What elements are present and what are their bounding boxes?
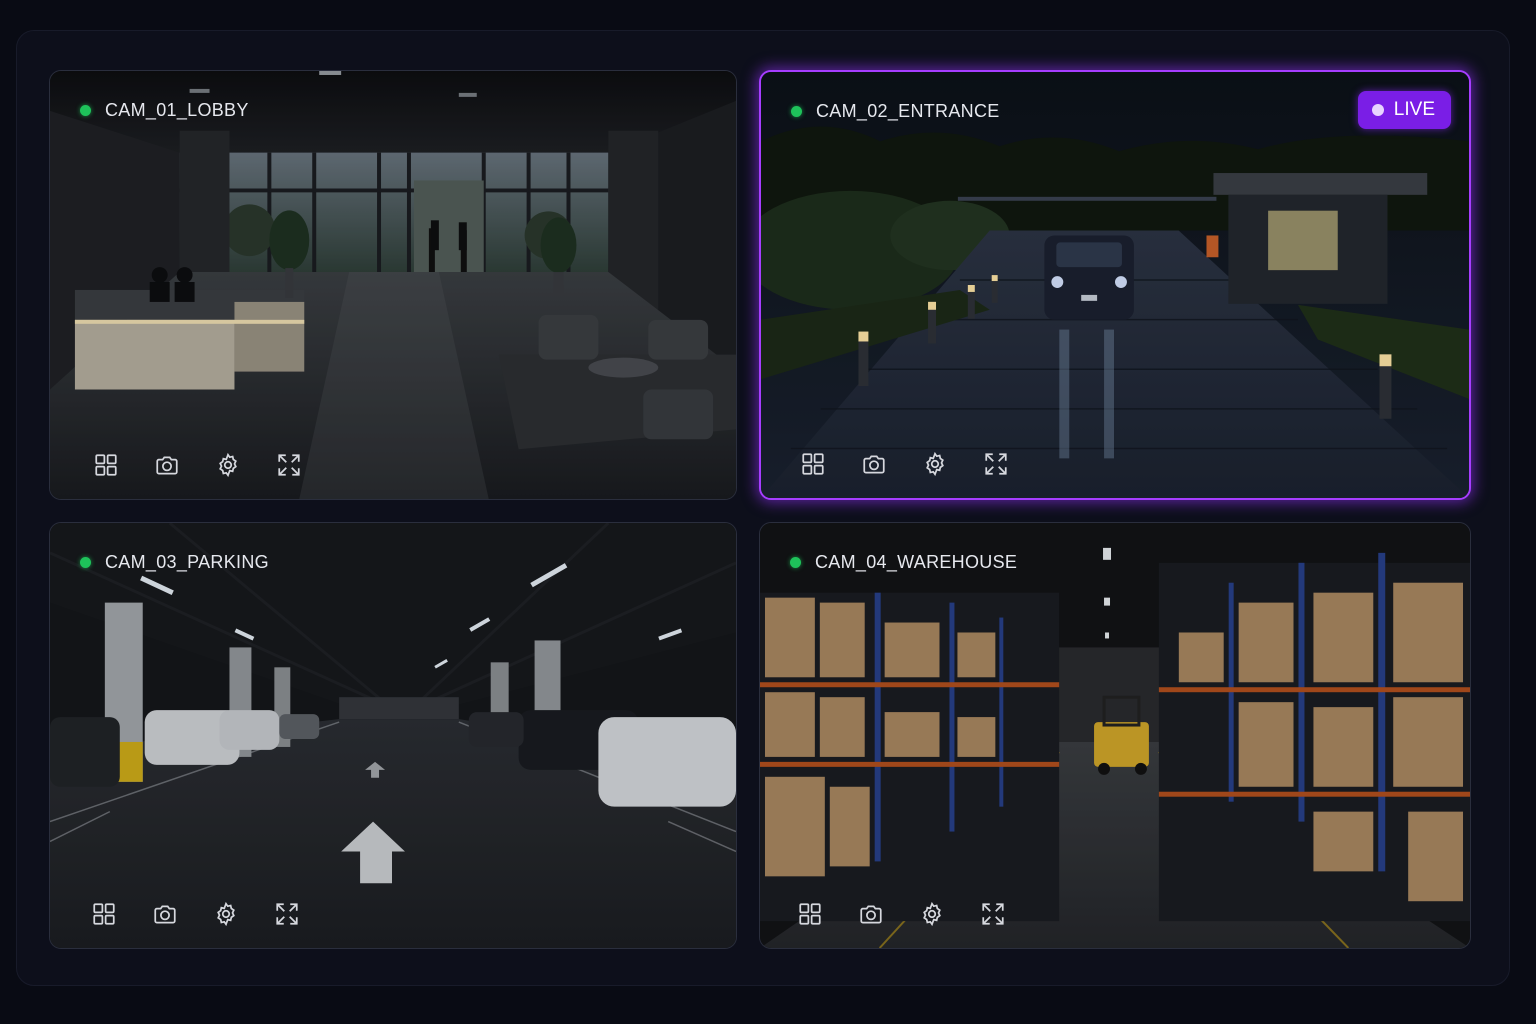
fullscreen-button[interactable] — [978, 446, 1014, 482]
fullscreen-icon — [278, 454, 300, 476]
fullscreen-button[interactable] — [975, 896, 1011, 932]
parking-camera-feed — [50, 523, 736, 948]
status-online-dot — [791, 105, 802, 117]
camera-icon — [156, 456, 178, 475]
camera-toolbar — [86, 896, 305, 932]
gear-icon — [926, 451, 944, 477]
grid-icon — [95, 454, 117, 476]
camera-tile-lobby[interactable]: CAM_01_LOBBY — [49, 70, 737, 500]
camera-toolbar — [88, 447, 307, 483]
live-badge: LIVE — [1357, 91, 1451, 129]
entrance-camera-feed — [761, 72, 1469, 498]
camera-icon — [154, 905, 176, 924]
grid-view-button[interactable] — [792, 896, 828, 932]
gear-icon — [923, 901, 941, 927]
status-online-dot — [80, 104, 91, 116]
grid-view-button[interactable] — [86, 896, 122, 932]
camera-toolbar — [792, 896, 1011, 932]
camera-tile-warehouse[interactable]: CAM_04_WAREHOUSE — [759, 522, 1471, 949]
snapshot-button[interactable] — [856, 446, 892, 482]
live-label: LIVE — [1393, 99, 1435, 120]
camera-tile-parking[interactable]: CAM_03_PARKING — [49, 522, 737, 949]
fullscreen-icon — [982, 903, 1004, 925]
status-online-dot — [790, 556, 801, 568]
camera-name: CAM_04_WAREHOUSE — [815, 551, 1018, 572]
grid-icon — [93, 903, 115, 925]
grid-view-button[interactable] — [795, 446, 831, 482]
snapshot-button[interactable] — [853, 896, 889, 932]
live-indicator-dot — [1371, 104, 1384, 116]
grid-icon — [802, 453, 824, 475]
camera-name: CAM_02_ENTRANCE — [816, 100, 1000, 121]
lobby-camera-feed — [50, 71, 736, 499]
settings-button[interactable] — [914, 896, 950, 932]
camera-icon — [860, 905, 882, 924]
fullscreen-button[interactable] — [269, 896, 305, 932]
gear-icon — [217, 901, 235, 927]
snapshot-button[interactable] — [147, 896, 183, 932]
camera-icon — [863, 455, 885, 474]
fullscreen-icon — [985, 453, 1007, 475]
fullscreen-button[interactable] — [271, 447, 307, 483]
warehouse-camera-feed — [760, 523, 1470, 948]
snapshot-button[interactable] — [149, 447, 185, 483]
gear-icon — [219, 452, 237, 478]
grid-icon — [799, 903, 821, 925]
status-online-dot — [80, 556, 91, 568]
grid-view-button[interactable] — [88, 447, 124, 483]
settings-button[interactable] — [917, 446, 953, 482]
fullscreen-icon — [276, 903, 298, 925]
settings-button[interactable] — [210, 447, 246, 483]
camera-name: CAM_01_LOBBY — [105, 99, 249, 120]
camera-tile-entrance[interactable]: CAM_02_ENTRANCE LIVE — [759, 70, 1471, 500]
camera-toolbar — [795, 446, 1014, 482]
settings-button[interactable] — [208, 896, 244, 932]
camera-name: CAM_03_PARKING — [105, 551, 269, 572]
